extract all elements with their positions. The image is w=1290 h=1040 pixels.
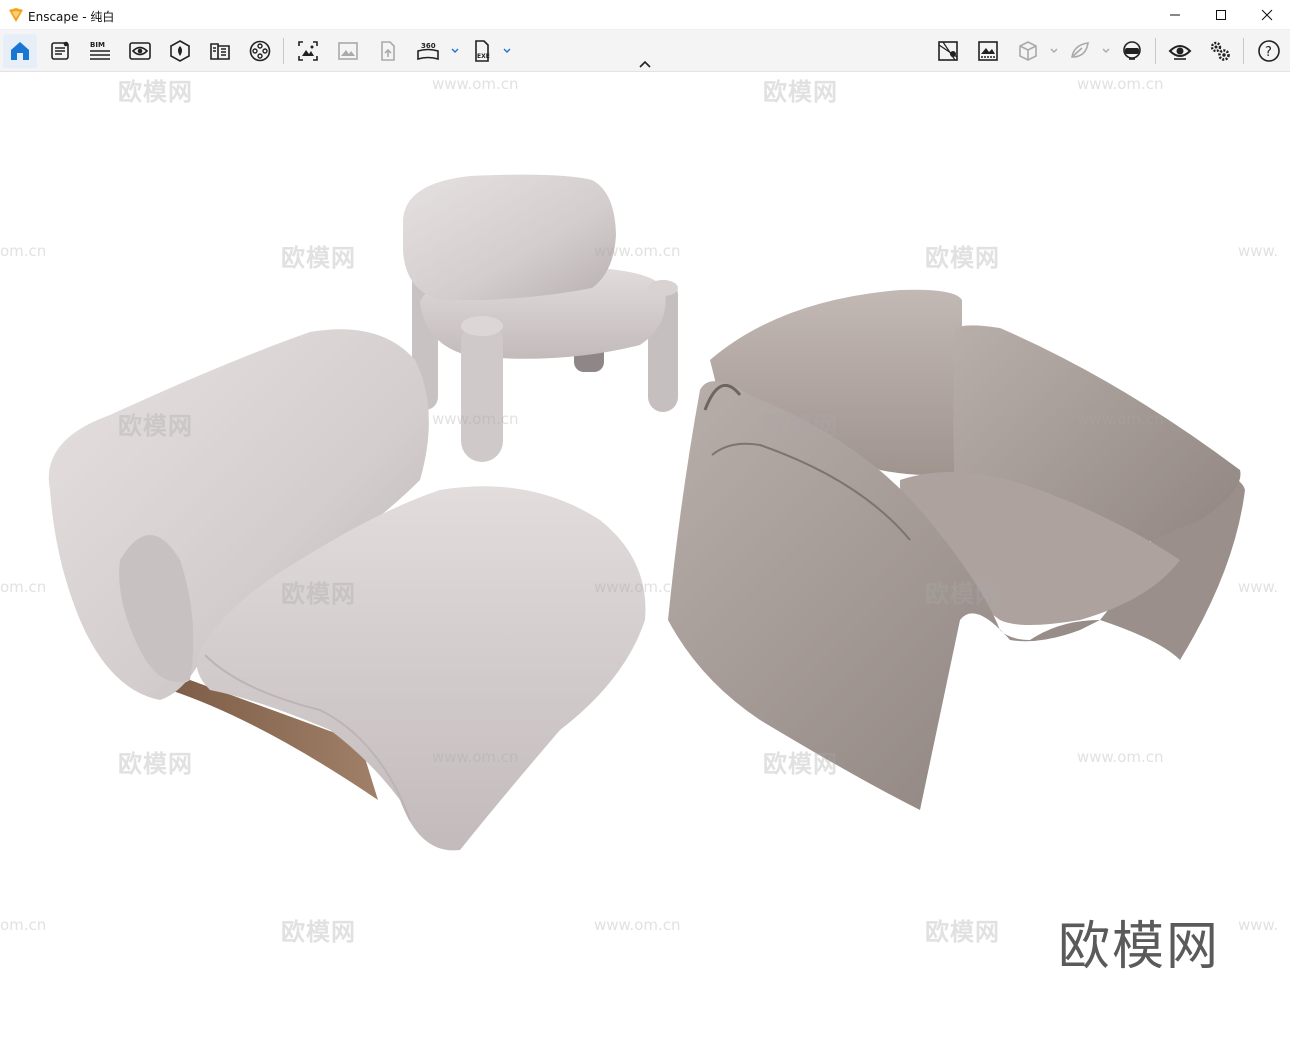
settings-button[interactable] <box>1203 34 1237 68</box>
upload-icon <box>381 41 395 61</box>
watermark-text: 欧模网 <box>118 750 193 778</box>
watermark-url: www.om.cn <box>1077 748 1164 766</box>
vr-headset-button[interactable] <box>1115 34 1149 68</box>
upload-button[interactable] <box>371 34 405 68</box>
export-dropdown-chevron-icon[interactable] <box>502 46 512 56</box>
watermark-text: 欧模网 <box>281 918 356 946</box>
material-editor-icon <box>210 43 230 60</box>
bim-icon: BIM <box>90 41 110 60</box>
views-button[interactable] <box>43 34 77 68</box>
watermark-url: www.om.cn <box>594 916 681 934</box>
watermark-url: www.om.cn <box>432 748 519 766</box>
vr-headset-icon <box>1123 41 1141 60</box>
views-manager-icon <box>51 41 69 60</box>
title-bar: Enscape - 纯白 <box>0 0 1290 30</box>
help-icon: ? <box>1258 40 1280 62</box>
svg-text:?: ? <box>1265 45 1272 60</box>
screenshot-icon <box>298 41 318 61</box>
watermark-url: www.om.cn <box>1077 410 1164 428</box>
minimize-button[interactable] <box>1152 0 1198 30</box>
watermark-text: 欧模网 <box>281 580 356 608</box>
toolbar-separator <box>283 38 284 64</box>
screenshot-button[interactable] <box>291 34 325 68</box>
watermark-url: www.om.cn <box>594 578 681 596</box>
toolbar-separator <box>1155 38 1156 64</box>
eye-icon <box>1168 45 1192 60</box>
batch-render-icon <box>338 42 358 60</box>
home-icon <box>11 42 29 60</box>
watermark-text: 欧模网 <box>763 750 838 778</box>
watermark-url: www.om.cn <box>594 242 681 260</box>
watermark-text: 欧模网 <box>925 918 1000 946</box>
batch-render-button[interactable] <box>331 34 365 68</box>
panorama-button[interactable]: 360 <box>411 34 445 68</box>
video-editor-button[interactable] <box>243 34 277 68</box>
watermark-url-partial: om.cn <box>0 242 47 260</box>
asset-library-icon <box>170 40 190 62</box>
render-viewport[interactable]: 欧模网 www.om.cn 欧模网 www.om.cn om.cn 欧模网 ww… <box>0 72 1290 1040</box>
maximize-icon <box>1216 10 1226 20</box>
export-exe-button[interactable]: EXE <box>465 34 499 68</box>
help-button[interactable]: ? <box>1252 34 1286 68</box>
enscape-logo-icon <box>9 8 23 22</box>
brand-watermark-logo: 欧模网 <box>1058 917 1221 977</box>
bim-button[interactable]: BIM <box>83 34 117 68</box>
capture-button[interactable] <box>1063 34 1097 68</box>
atmosphere-button[interactable] <box>971 34 1005 68</box>
watermark-url-partial: om.cn <box>0 578 47 596</box>
home-button[interactable] <box>3 34 37 68</box>
section-dropdown-chevron-icon[interactable] <box>1049 46 1059 56</box>
watermark-url: www.om.cn <box>432 75 519 93</box>
settings-icon <box>1210 41 1230 61</box>
watermark-text: 欧模网 <box>925 244 1000 272</box>
watermark-url-partial: om.cn <box>0 916 47 934</box>
right-armchair <box>668 289 1245 810</box>
minimize-icon <box>1170 14 1180 16</box>
watermark-text: 欧模网 <box>281 244 356 272</box>
panorama-dropdown-chevron-icon[interactable] <box>450 46 460 56</box>
capture-icon <box>1071 42 1089 58</box>
svg-text:BIM: BIM <box>90 41 105 49</box>
watermark-text: 欧模网 <box>118 78 193 106</box>
maximize-button[interactable] <box>1198 0 1244 30</box>
map-icon <box>938 41 958 61</box>
asset-library-button[interactable] <box>163 34 197 68</box>
watermark-text: 欧模网 <box>763 78 838 106</box>
watermark-text: 欧模网 <box>925 580 1000 608</box>
video-editor-icon <box>249 40 271 62</box>
visual-settings-icon <box>129 42 151 60</box>
svg-text:EXE: EXE <box>477 53 490 60</box>
close-icon <box>1261 9 1273 21</box>
watermark-url-partial: www. <box>1238 242 1279 260</box>
watermark-url: www.om.cn <box>432 410 519 428</box>
map-button[interactable] <box>931 34 965 68</box>
capture-dropdown-chevron-icon[interactable] <box>1101 46 1111 56</box>
watermark-url-partial: www. <box>1238 916 1279 934</box>
section-box-icon <box>1019 41 1037 61</box>
watermark-text: 欧模网 <box>118 412 193 440</box>
watermark-text: 欧模网 <box>763 412 838 440</box>
eye-button[interactable] <box>1163 34 1197 68</box>
material-editor-button[interactable] <box>203 34 237 68</box>
visual-settings-button[interactable] <box>123 34 157 68</box>
export-exe-icon: EXE <box>475 40 490 62</box>
collapse-toolbar-chevron-icon[interactable] <box>637 58 653 70</box>
watermark-url-partial: www. <box>1238 578 1279 596</box>
atmosphere-icon <box>978 41 998 61</box>
chairs-render-image <box>48 174 1245 851</box>
window-title: Enscape - 纯白 <box>28 10 115 24</box>
panorama-icon: 360 <box>417 42 439 61</box>
section-box-button[interactable] <box>1011 34 1045 68</box>
toolbar-separator <box>1243 38 1244 64</box>
watermark-url: www.om.cn <box>1077 75 1164 93</box>
close-button[interactable] <box>1244 0 1290 30</box>
